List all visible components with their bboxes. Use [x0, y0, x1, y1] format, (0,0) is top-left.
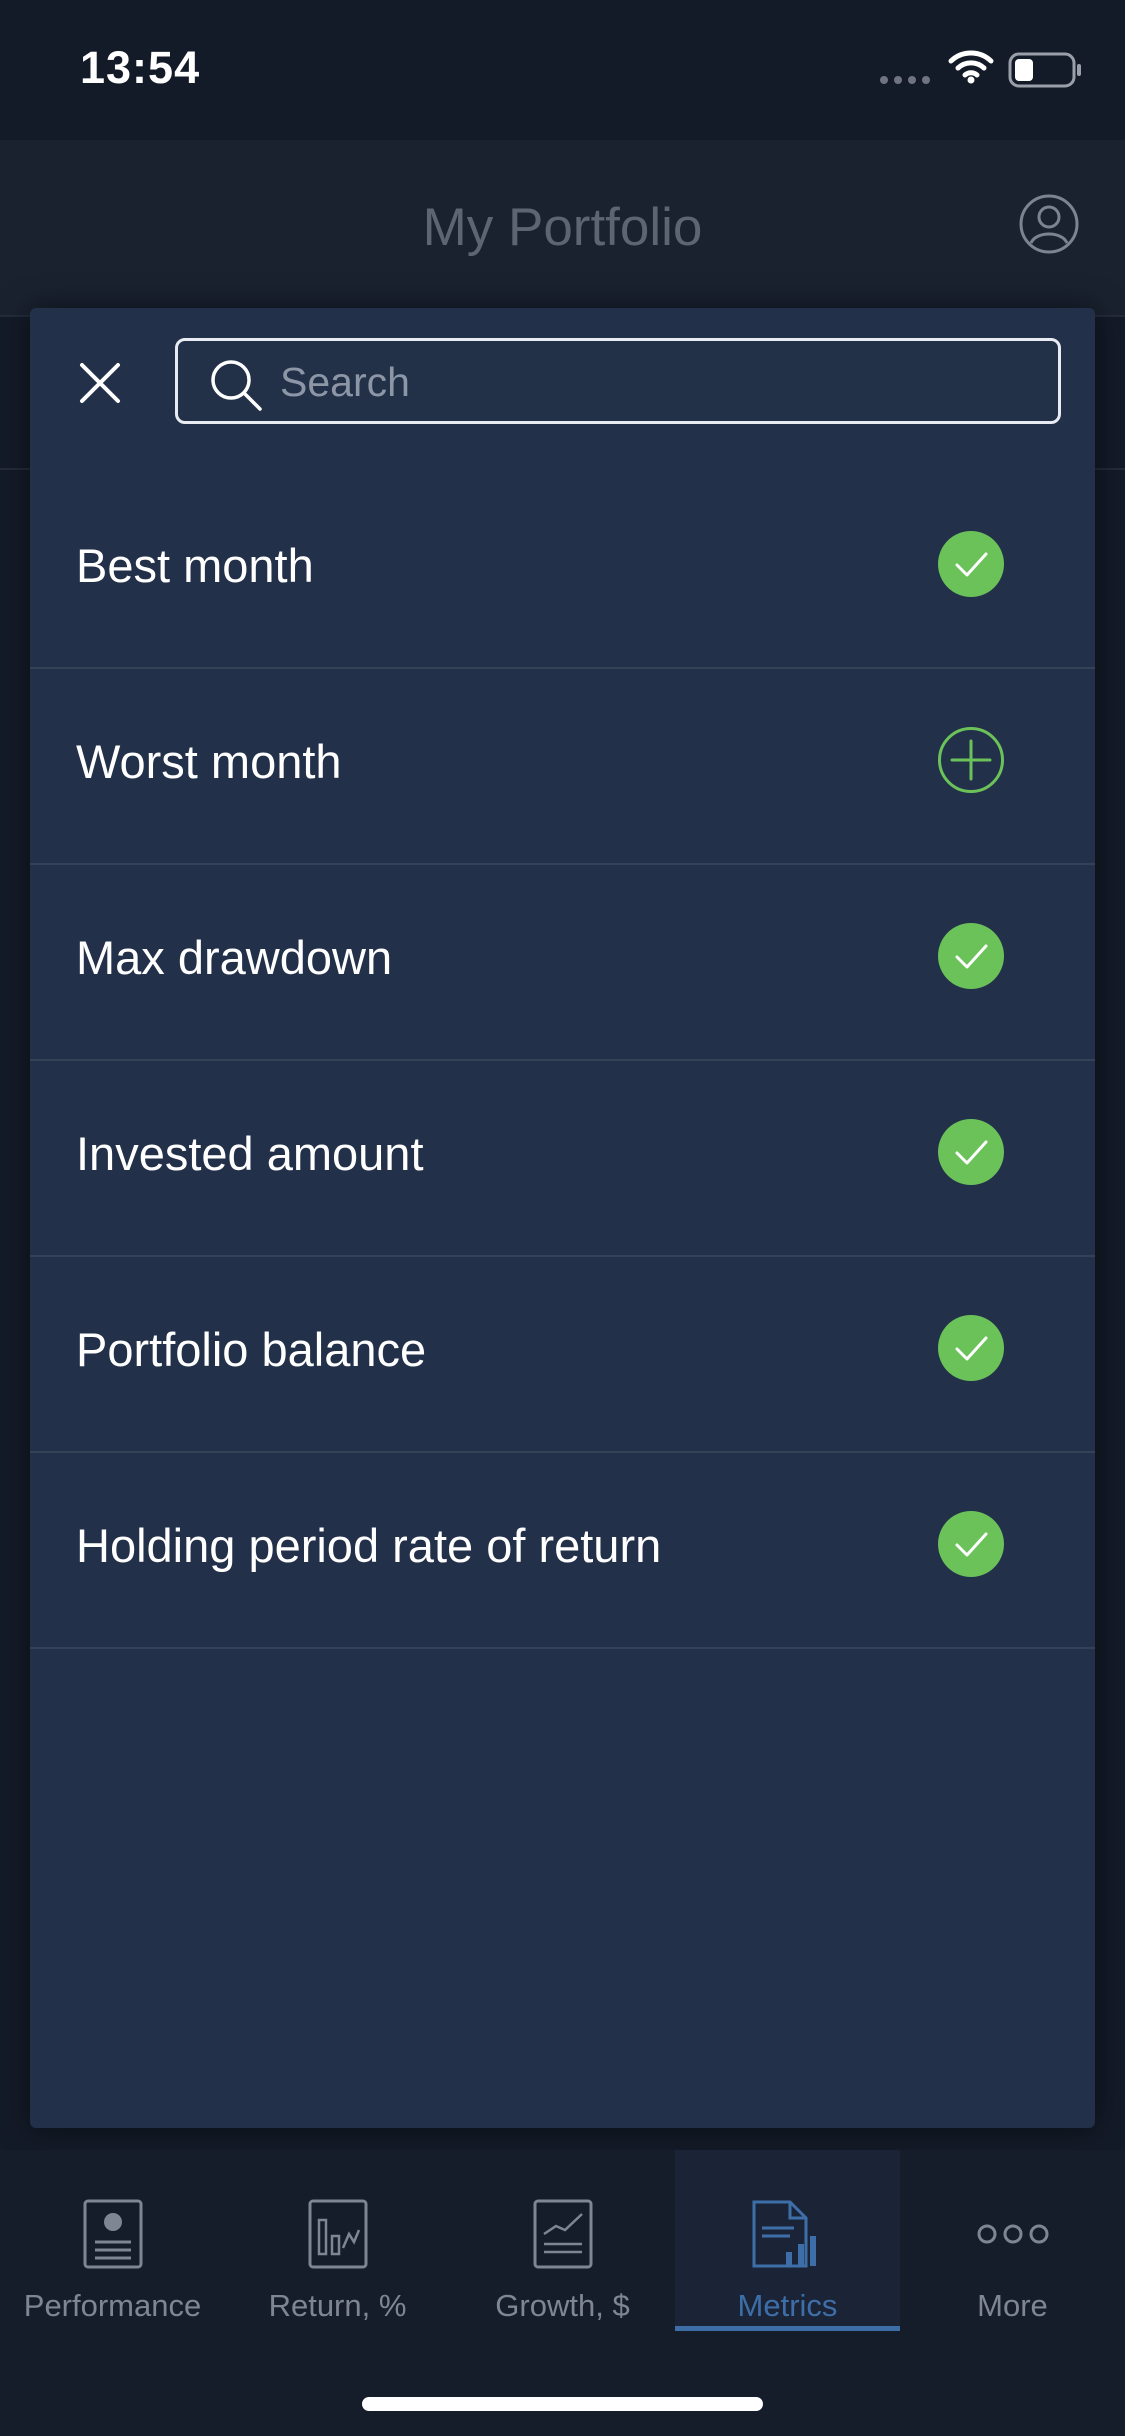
active-tab-indicator: [675, 2326, 900, 2331]
list-item-holding-period-return[interactable]: Holding period rate of return: [30, 1453, 1095, 1649]
list-item-label: Worst month: [76, 735, 342, 788]
list-item-label: Portfolio balance: [76, 1323, 427, 1376]
more-icon: [977, 2224, 1048, 2244]
checkmark-circle-icon[interactable]: [937, 1314, 1005, 1382]
tab-label: Metrics: [737, 2288, 838, 2323]
search-input[interactable]: [278, 341, 1042, 423]
checkmark-circle-icon[interactable]: [937, 922, 1005, 990]
close-button[interactable]: [42, 333, 157, 433]
status-bar: 13:54: [0, 0, 1125, 140]
cellular-signal-icon: [880, 76, 930, 84]
profile-icon[interactable]: [1018, 193, 1080, 255]
battery-icon: [1008, 52, 1081, 88]
tab-label: More: [977, 2288, 1048, 2323]
status-time: 13:54: [80, 42, 201, 93]
return-icon: [308, 2199, 367, 2269]
growth-icon: [533, 2199, 592, 2269]
tab-bar: Performance Return, % Growth, $ Metrics: [0, 2150, 1125, 2436]
wifi-icon: [948, 50, 994, 84]
close-icon: [79, 363, 120, 403]
search-icon: [211, 360, 262, 411]
metrics-icon: [752, 2200, 816, 2268]
list-item-worst-month[interactable]: Worst month: [30, 669, 1095, 865]
search-box[interactable]: [175, 338, 1061, 424]
page-title: My Portfolio: [422, 198, 703, 257]
tab-label: Return, %: [268, 2288, 407, 2323]
list-item-best-month[interactable]: Best month: [30, 473, 1095, 669]
tab-label: Performance: [23, 2288, 202, 2323]
metric-picker-sheet: Best month Worst month Max drawdown Inve…: [30, 308, 1095, 2128]
tab-performance[interactable]: Performance: [0, 2150, 225, 2330]
checkmark-circle-icon[interactable]: [937, 530, 1005, 598]
list-item-label: Best month: [76, 539, 314, 592]
checkmark-circle-icon[interactable]: [937, 1118, 1005, 1186]
checkmark-circle-icon[interactable]: [937, 1510, 1005, 1578]
tab-return[interactable]: Return, %: [225, 2150, 450, 2330]
list-item-invested-amount[interactable]: Invested amount: [30, 1061, 1095, 1257]
tab-growth[interactable]: Growth, $: [450, 2150, 675, 2330]
list-item-portfolio-balance[interactable]: Portfolio balance: [30, 1257, 1095, 1453]
list-item-max-drawdown[interactable]: Max drawdown: [30, 865, 1095, 1061]
tab-label: Growth, $: [495, 2288, 630, 2323]
list-item-label: Invested amount: [76, 1127, 424, 1180]
list-item-label: Max drawdown: [76, 931, 393, 984]
add-circle-icon[interactable]: [937, 726, 1005, 794]
tab-metrics[interactable]: Metrics: [675, 2150, 900, 2331]
home-indicator: [362, 2397, 763, 2411]
performance-icon: [83, 2199, 142, 2269]
metric-list: Best month Worst month Max drawdown Inve…: [30, 473, 1095, 1649]
tab-more[interactable]: More: [900, 2150, 1125, 2330]
list-item-label: Holding period rate of return: [76, 1519, 662, 1572]
